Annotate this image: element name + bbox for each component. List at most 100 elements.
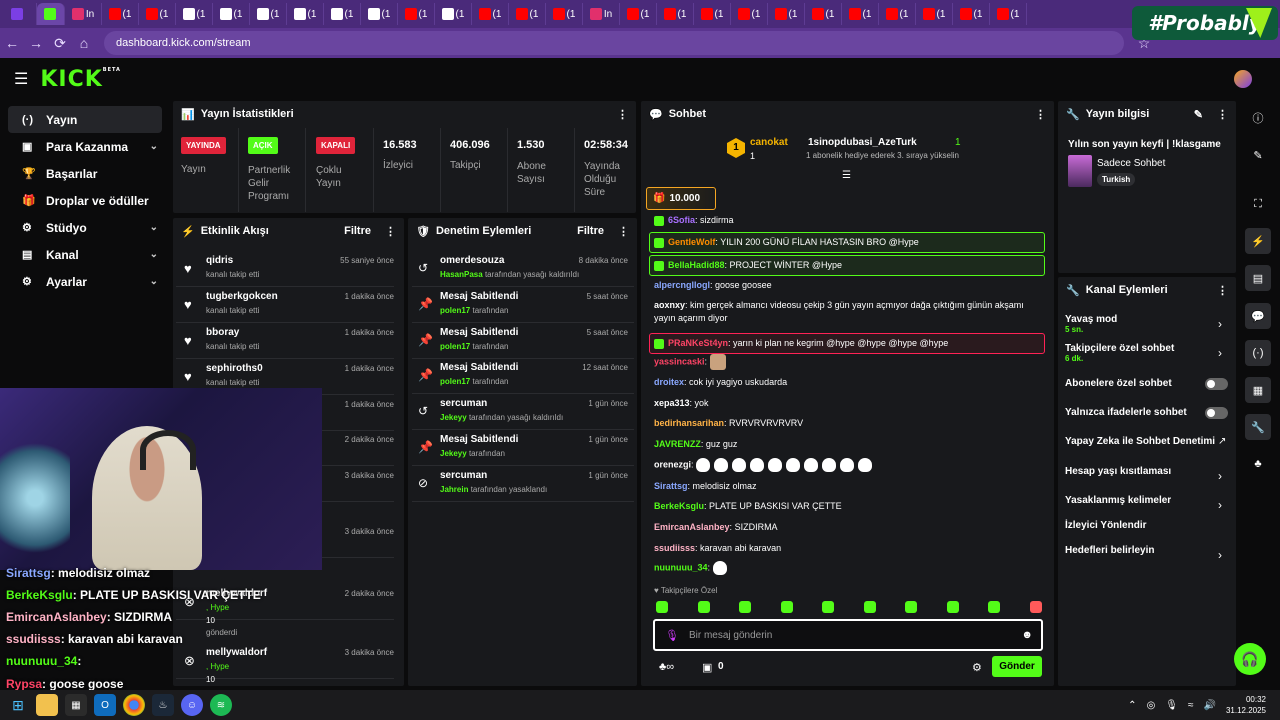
chat-username[interactable]: 6Sofia [668,215,695,225]
home-icon[interactable]: ⌂ [72,31,96,55]
chrome-icon[interactable] [123,694,145,716]
sidebar-item-yayin[interactable]: (·) Yayın [8,106,162,133]
category-name[interactable]: Sadece Sohbet [1097,158,1165,169]
file-explorer-icon[interactable] [36,694,58,716]
mic-tray-icon[interactable]: 🎙 [1165,700,1178,711]
browser-tab[interactable]: (1 [176,3,213,25]
chat-message[interactable]: nuunuuu_34: [654,561,1044,575]
chat-username[interactable]: yassincaski [654,356,705,366]
chat-username[interactable]: alpercngllogl [654,280,710,290]
chevron-right-icon[interactable]: › [1218,469,1222,483]
browser-tab[interactable]: (1 [472,3,509,25]
emote-icon[interactable] [739,601,752,613]
chevron-right-icon[interactable]: › [1218,317,1222,331]
broadcast-icon[interactable]: (·) [1245,340,1271,366]
browser-tab[interactable]: (1 [694,3,731,25]
wifi-icon[interactable]: ≈ [1188,700,1194,711]
chat-message[interactable]: alpercngllogl: goose goosee [654,279,1044,292]
chat-username[interactable]: aoxnxy [654,300,685,310]
moderation-row[interactable]: ↺ sercuman Jekeyy tarafından yasağı kald… [412,394,634,431]
external-link-icon[interactable]: ↗ [1218,436,1226,447]
chevron-right-icon[interactable]: › [1218,548,1222,562]
emoji-icon[interactable]: ☻ [1021,629,1033,641]
emote-icon[interactable] [863,601,876,613]
filter-funnel-icon[interactable]: ☰ [842,170,851,181]
emote-icon[interactable] [1029,601,1042,613]
chat-message[interactable]: BellaHadid88: PROJECT WİNTER @Hype [649,255,1045,276]
forward-icon[interactable]: → [24,31,48,55]
sidebar-item-basarilar[interactable]: 🏆 Başarılar [8,160,162,187]
activity-row[interactable]: ♥ tugberkgokcen kanalı takip etti 1 daki… [176,287,394,323]
browser-tab[interactable]: (1 [213,3,250,25]
chat-username[interactable]: ssudiisss [654,543,695,553]
pinned-user[interactable]: canokat [750,137,788,148]
chat-username[interactable]: droitex [654,377,684,387]
emote-icon[interactable] [697,601,710,613]
goal-badge[interactable]: 🎁 10.000 [646,187,716,210]
clock[interactable]: 00:32 31.12.2025 [1226,694,1266,716]
more-icon[interactable]: ⋮ [1217,108,1228,121]
browser-tab[interactable]: (1 [731,3,768,25]
browser-tab[interactable]: (1 [620,3,657,25]
spotify-icon[interactable]: ≋ [210,694,232,716]
channel-action-item[interactable]: Hesap yaşı kısıtlaması [1065,466,1171,477]
store-icon[interactable]: ▦ [65,694,87,716]
chat-username[interactable]: Sirattsg [654,481,688,491]
address-bar[interactable]: dashboard.kick.com/stream [104,31,1124,55]
chat-message[interactable]: yassincaski: [654,354,1044,370]
emote-icon[interactable] [905,601,918,613]
browser-tab[interactable]: (1 [916,3,953,25]
channel-action-item[interactable]: Takipçilere özel sohbet 6 dk. [1065,343,1174,363]
browser-tab[interactable]: In [583,3,620,25]
sidebar-item-ayarlar[interactable]: ⚙ Ayarlar ⌄ [8,268,162,295]
menu-icon[interactable]: ☰ [14,69,28,89]
channel-action-item[interactable]: Yasaklanmış kelimeler [1065,495,1171,506]
chat-message[interactable]: 6Sofia: sizdirma [654,214,1044,227]
browser-tab[interactable]: (1 [287,3,324,25]
emote-icon[interactable] [946,601,959,613]
discord-icon[interactable]: ☺ [181,694,203,716]
channel-action-item[interactable]: Yalnızca ifadelerle sohbet [1065,407,1187,418]
chat-message[interactable]: aoxnxy: kim gerçek almancı videosu çekip… [654,299,1044,325]
chat-username[interactable]: orenezgi [654,459,691,469]
chat-message[interactable]: BerkeKsglu: PLATE UP BASKISI VAR ÇETTE [654,500,1044,513]
more-icon[interactable]: ⋮ [618,225,629,238]
send-button[interactable]: Gönder [992,656,1042,677]
moderation-row[interactable]: 📌 Mesaj Sabitlendi Jekeyy tarafından 1 g… [412,430,634,466]
lightning-icon[interactable]: ⚡ [1245,228,1271,254]
chat-message[interactable]: droitex: cok iyi yagiyo uskudarda [654,376,1044,389]
browser-tab[interactable]: (1 [509,3,546,25]
channel-action-item[interactable]: Yavaş mod 5 sn. [1065,314,1117,334]
chat-settings-icon[interactable]: ⚙ [972,661,982,674]
moderation-row[interactable]: 📌 Mesaj Sabitlendi polen17 tarafından 12… [412,358,634,395]
edit-icon[interactable]: ✎ [1245,142,1271,168]
outlook-icon[interactable]: O [94,694,116,716]
network-icon[interactable]: ◎ [1147,700,1156,711]
gift-box-icon[interactable]: ▣ [702,661,712,674]
mic-icon[interactable]: 🎙 [665,629,679,642]
moderation-row[interactable]: 📌 Mesaj Sabitlendi polen17 tarafından 5 … [412,287,634,323]
chat-message[interactable]: ssudiisss: karavan abi karavan [654,542,1044,555]
chat-username[interactable]: BerkeKsglu [654,501,704,511]
chat-username[interactable]: JAVRENZZ [654,439,701,449]
filter-button[interactable]: Filtre [344,225,371,237]
toggle-switch[interactable] [1205,407,1228,419]
channel-action-item[interactable]: Hedefleri belirleyin [1065,545,1154,556]
channel-action-item[interactable]: İzleyici Yönlendir [1065,520,1147,531]
volume-icon[interactable]: 🔊 [1204,700,1216,711]
more-icon[interactable]: ⋮ [1217,284,1228,297]
chat-message[interactable]: Sirattsg: melodisiz olmaz [654,480,1044,493]
activity-row[interactable]: ♥ bboray kanalı takip etti 1 dakika önce [176,323,394,359]
chat-username[interactable]: GentleWolf [668,237,715,247]
language-tag[interactable]: Turkish [1097,173,1136,186]
tray-up-arrow-icon[interactable]: ⌃ [1128,700,1136,711]
chat-message[interactable]: orenezgi: [654,458,1044,472]
emote-icon[interactable] [656,601,668,613]
filter-button[interactable]: Filtre [577,225,604,237]
browser-tab[interactable]: In [65,3,102,25]
browser-tab[interactable]: (1 [805,3,842,25]
browser-tab[interactable]: (1 [250,3,287,25]
activity-row[interactable]: ♥ qidris kanalı takip etti 55 saniye önc… [176,251,394,287]
browser-tab[interactable]: (1 [657,3,694,25]
browser-tab[interactable]: (1 [990,3,1027,25]
